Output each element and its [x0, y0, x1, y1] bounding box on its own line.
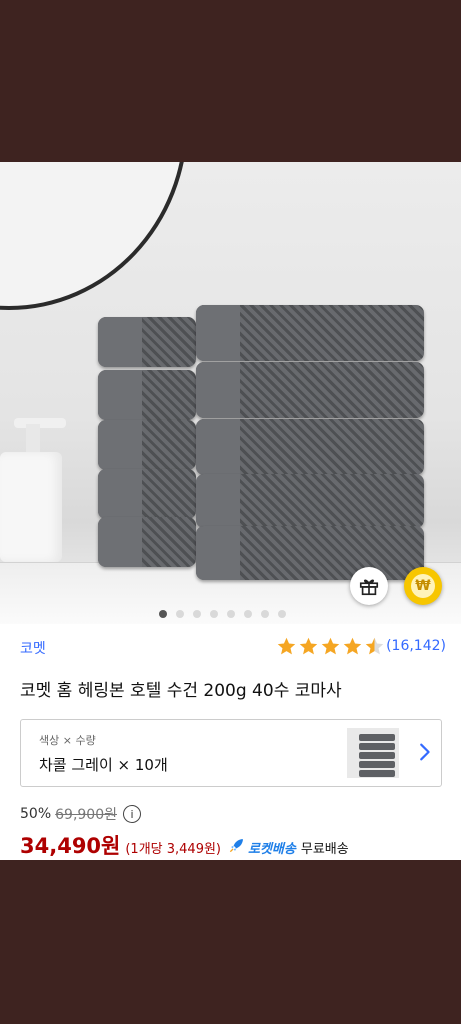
review-count-link[interactable]: (16,142) [386, 638, 446, 654]
towel-image [196, 362, 424, 418]
product-card: ₩ 코멧 (16,142) 코멧 홈 헤링본 호텔 수건 200g 40수 코마… [0, 162, 461, 860]
pagination-dot[interactable] [278, 610, 286, 618]
towel-image [98, 420, 196, 470]
sale-price: 34,490원 [20, 834, 121, 858]
bottle-neck-decor [26, 424, 40, 454]
gift-button[interactable] [350, 567, 388, 605]
rocket-icon [229, 839, 244, 853]
discount-row: 50% 69,900원 i [20, 804, 141, 824]
pagination-dot[interactable] [193, 610, 201, 618]
product-title: 코멧 홈 헤링본 호텔 수건 200g 40수 코마사 [20, 681, 342, 701]
chevron-right-icon[interactable] [413, 740, 435, 764]
pagination-dot[interactable] [159, 610, 167, 618]
product-image-gallery[interactable]: ₩ [0, 162, 461, 624]
towel-image [98, 317, 196, 367]
pagination-dot[interactable] [227, 610, 235, 618]
towel-image [98, 517, 196, 567]
towel-image [196, 526, 424, 580]
option-selector[interactable]: 색상 × 수량 차콜 그레이 × 10개 [20, 719, 442, 787]
unit-price: (1개당 3,449원) [125, 842, 222, 857]
rating-stars [276, 636, 385, 657]
star-half-icon [365, 637, 384, 655]
star-full-icon [343, 637, 362, 655]
pagination-dot[interactable] [210, 610, 218, 618]
star-full-icon [277, 637, 296, 655]
info-icon[interactable]: i [123, 805, 141, 823]
pagination-dot[interactable] [261, 610, 269, 618]
mirror-decor [0, 162, 188, 310]
towel-image [98, 469, 196, 519]
option-label: 색상 × 수량 [39, 734, 96, 747]
original-price: 69,900원 [55, 807, 117, 823]
towel-image [98, 370, 196, 420]
option-thumbnail [347, 728, 399, 778]
pagination-dot[interactable] [244, 610, 252, 618]
won-coin-icon: ₩ [411, 574, 435, 598]
towel-image [196, 474, 424, 528]
brand-link[interactable]: 코멧 [20, 638, 46, 658]
star-full-icon [321, 637, 340, 655]
option-value: 차콜 그레이 × 10개 [39, 756, 168, 774]
gallery-pagination[interactable] [159, 610, 286, 618]
shipping-label: 무료배송 [300, 842, 349, 857]
pagination-dot[interactable] [176, 610, 184, 618]
sale-price-row: 34,490원 (1개당 3,449원) 로켓배송 무료배송 [20, 830, 349, 860]
towel-image [196, 305, 424, 361]
gift-icon [359, 579, 379, 596]
towel-image [196, 419, 424, 475]
soap-bottle-decor [0, 452, 62, 562]
rocket-delivery-label: 로켓배송 [248, 842, 296, 857]
star-full-icon [299, 637, 318, 655]
bottle-pump-decor [14, 418, 66, 428]
coupon-won-button[interactable]: ₩ [404, 567, 442, 605]
discount-rate: 50% [20, 806, 52, 822]
brand-rating-row: 코멧 (16,142) [20, 636, 446, 660]
